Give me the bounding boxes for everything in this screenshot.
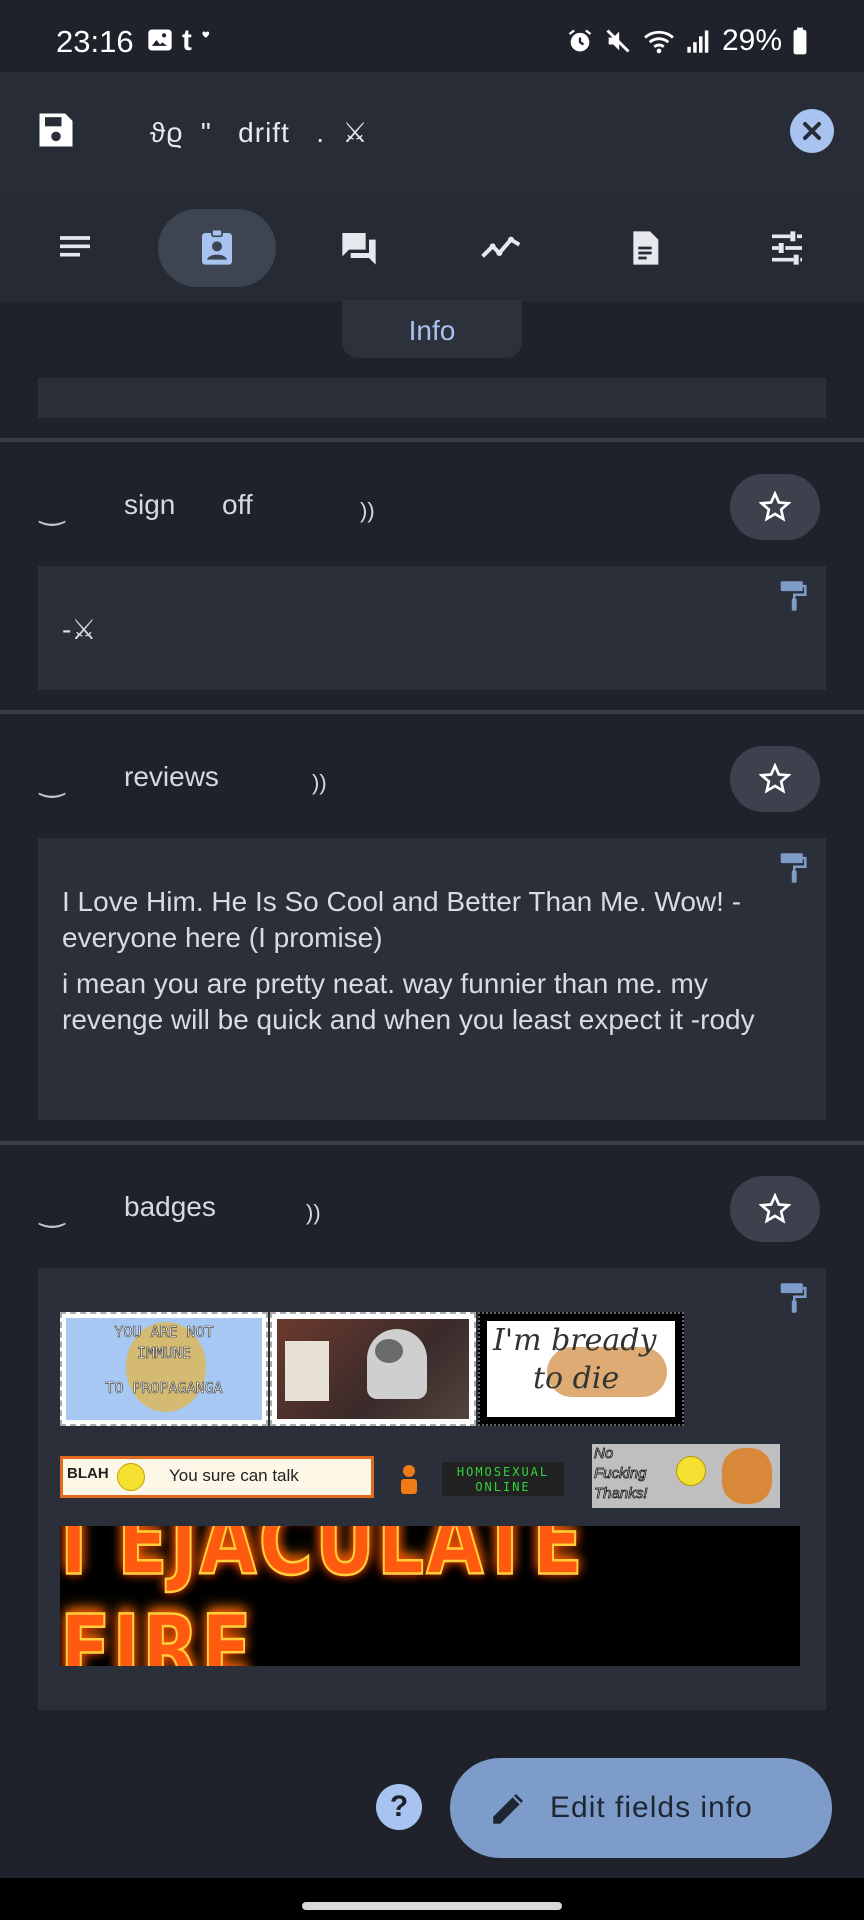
- section-title: badges: [124, 1191, 216, 1222]
- close-button[interactable]: [790, 109, 834, 153]
- battery-percent: 29%: [721, 24, 782, 57]
- wifi-icon: [644, 30, 674, 54]
- save-icon: [39, 113, 73, 147]
- badge-text: IMMUNE: [136, 1344, 192, 1363]
- section-smile: ‿: [40, 1195, 65, 1228]
- section-title: reviews: [124, 761, 219, 792]
- badge-text: YOU ARE NOT: [114, 1323, 214, 1342]
- person-icon: [401, 1465, 417, 1494]
- signal-icon: [687, 30, 709, 53]
- tab-tune[interactable]: [728, 209, 846, 287]
- status-bar: 23:16 t 29%: [0, 0, 864, 82]
- badge-homosexual-online: HOMOSEXUAL ONLINE: [442, 1462, 564, 1496]
- badge-fire: I EJACULATE FIRE: [60, 1526, 800, 1666]
- mute-icon: [606, 29, 630, 53]
- section-deco: )): [306, 1200, 321, 1225]
- close-icon: [803, 122, 821, 140]
- favorite-button[interactable]: [730, 1176, 820, 1242]
- favorite-button[interactable]: [730, 746, 820, 812]
- section-divider: [0, 710, 864, 714]
- tab-tooltip: Info: [342, 300, 522, 358]
- section-smile: ‿: [40, 765, 65, 798]
- badge-nft: No Fucking Thanks!: [592, 1444, 780, 1508]
- badge-cat-computer: [270, 1312, 476, 1426]
- badge-text: ONLINE: [475, 1480, 531, 1494]
- document-icon: [633, 231, 659, 265]
- pencil-icon: [493, 1794, 523, 1824]
- edit-fields-button[interactable]: Edit fields info: [450, 1758, 832, 1858]
- section-header-badges: ‿ badges )): [0, 1166, 864, 1256]
- field-value: -⚔: [62, 614, 97, 645]
- edit-fields-label: Edit fields info: [550, 1791, 753, 1824]
- badge-text: Fucking: [594, 1465, 647, 1483]
- alarm-icon: [568, 29, 592, 52]
- svg-text:t: t: [182, 26, 192, 54]
- tab-list[interactable]: [16, 209, 134, 287]
- review-text: i mean you are pretty neat. way funnier …: [62, 968, 755, 1035]
- system-nav-bar: [0, 1878, 864, 1920]
- field-card-badges[interactable]: YOU ARE NOT IMMUNE TO PROPAGANGA I'm bre…: [38, 1268, 826, 1710]
- section-smile: ‿: [40, 493, 65, 526]
- tab-bar: [0, 190, 864, 302]
- section-divider: [0, 1141, 864, 1145]
- badge-text: TO PROPAGANGA: [105, 1379, 223, 1398]
- section-deco: )): [360, 498, 375, 523]
- tumblr-icon: t: [182, 26, 210, 54]
- field-card-sign-off[interactable]: -⚔: [38, 566, 826, 690]
- monkey-icon: [722, 1448, 772, 1504]
- favorite-button[interactable]: [730, 474, 820, 540]
- section-header-sign-off: ‿ sign off )): [0, 464, 864, 554]
- tab-document[interactable]: [586, 209, 704, 287]
- star-icon: [759, 763, 791, 794]
- badge-bready: I'm bready to die: [478, 1312, 684, 1426]
- list-icon: [60, 236, 90, 257]
- badge-you-sure-can-talk: BLAH You sure can talk: [60, 1456, 374, 1498]
- chat-icon: [342, 233, 376, 265]
- profile-title: ϑϱ " drift . ⚔: [150, 117, 369, 148]
- profile-icon: [202, 228, 232, 265]
- timeline-icon: [481, 236, 521, 258]
- previous-field-card: [38, 378, 826, 418]
- badge-text: No: [594, 1445, 614, 1463]
- badge-text: to die: [533, 1361, 620, 1396]
- badge-text: BLAH: [67, 1465, 109, 1482]
- badge-propaganda: YOU ARE NOT IMMUNE TO PROPAGANGA: [60, 1312, 268, 1426]
- smiley-icon: [676, 1456, 706, 1486]
- badge-text: Thanks!: [594, 1485, 648, 1503]
- paint-roller-icon: [780, 853, 807, 883]
- home-handle[interactable]: [302, 1902, 562, 1910]
- tab-info[interactable]: [158, 209, 276, 287]
- battery-icon: [793, 27, 807, 55]
- review-text: I Love Him. He Is So Cool and Better Tha…: [62, 886, 742, 953]
- field-card-reviews[interactable]: I Love Him. He Is So Cool and Better Tha…: [38, 838, 826, 1120]
- help-button[interactable]: ?: [376, 1784, 422, 1830]
- image-icon: [148, 29, 172, 51]
- save-button[interactable]: [34, 108, 78, 152]
- section-header-reviews: ‿ reviews )): [0, 736, 864, 826]
- status-right: 29%: [566, 24, 808, 58]
- badge-text: I'm bready: [493, 1323, 657, 1358]
- tune-icon: [772, 231, 802, 265]
- tab-chat[interactable]: [300, 209, 418, 287]
- star-icon: [759, 1193, 791, 1224]
- section-divider: [0, 438, 864, 442]
- tooltip-label: Info: [408, 315, 456, 346]
- badge-text: I EJACULATE FIRE: [60, 1526, 585, 1666]
- status-time: 23:16: [56, 24, 134, 59]
- section-title: sign off: [124, 489, 253, 520]
- app-bar: ϑϱ " drift . ⚔: [0, 72, 864, 190]
- star-icon: [759, 491, 791, 522]
- tab-timeline[interactable]: [442, 209, 560, 287]
- badge-text: HOMOSEXUAL: [456, 1465, 550, 1479]
- paint-roller-icon: [780, 581, 807, 611]
- badge-text: You sure can talk: [169, 1466, 299, 1485]
- section-deco: )): [312, 770, 327, 795]
- paint-roller-icon: [780, 1283, 807, 1313]
- status-left-icons: t: [146, 26, 216, 54]
- smiley-icon: [117, 1463, 145, 1491]
